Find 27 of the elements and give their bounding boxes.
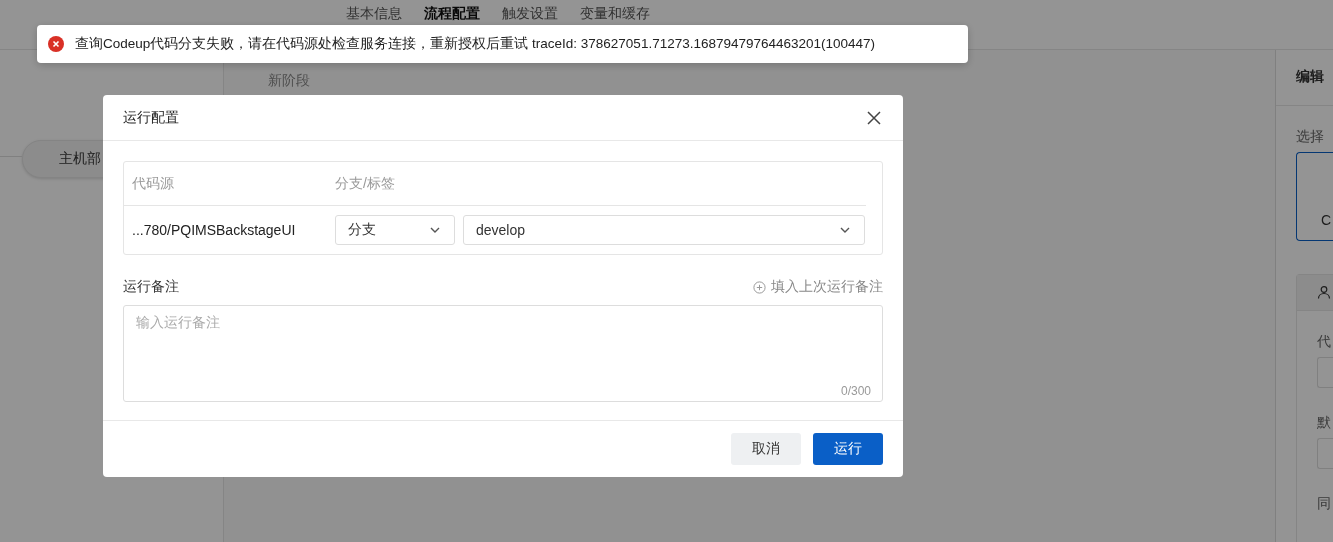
page-tab[interactable]: 触发设置 bbox=[502, 0, 558, 23]
page-tab[interactable]: 基本信息 bbox=[346, 0, 402, 23]
dialog-title: 运行配置 bbox=[123, 108, 179, 127]
field-label: 代 bbox=[1317, 332, 1332, 351]
page-tab[interactable]: 流程配置 bbox=[424, 0, 480, 23]
stage-title: 新阶段 bbox=[268, 72, 310, 88]
plus-circle-icon bbox=[753, 280, 766, 294]
toast-message: 查询Codeup代码分支失败，请在代码源处检查服务连接，重新授权后重试 traceId: 378627051.71273.16879479764463201(100447) bbox=[75, 35, 876, 53]
field-label: 选择 bbox=[1296, 127, 1325, 146]
panel-title: 编辑 bbox=[1296, 68, 1324, 87]
column-header: 分支/标签 bbox=[335, 174, 395, 193]
field-label: 运行备注 bbox=[123, 278, 179, 296]
user-icon bbox=[1317, 285, 1331, 300]
source-card[interactable]: C bbox=[1296, 151, 1333, 241]
card-label: C bbox=[1321, 211, 1332, 228]
error-icon bbox=[48, 36, 64, 52]
page-tab[interactable]: 变量和缓存 bbox=[580, 0, 650, 23]
char-counter: 0/300 bbox=[840, 384, 871, 398]
close-button[interactable] bbox=[865, 108, 883, 127]
table-cell-text: ...780/PQIMSBackstageUI bbox=[131, 222, 297, 238]
run-button[interactable]: 运行 bbox=[813, 433, 883, 465]
field-label: 同 bbox=[1317, 494, 1332, 513]
field-label: 默 bbox=[1317, 413, 1332, 432]
fill-link[interactable]: 填入上次运行备注 bbox=[753, 278, 883, 296]
cancel-button[interactable]: 取消 bbox=[731, 433, 801, 465]
ref-type-select[interactable]: 分支 bbox=[335, 215, 455, 245]
branch-select[interactable]: develop bbox=[463, 215, 865, 245]
